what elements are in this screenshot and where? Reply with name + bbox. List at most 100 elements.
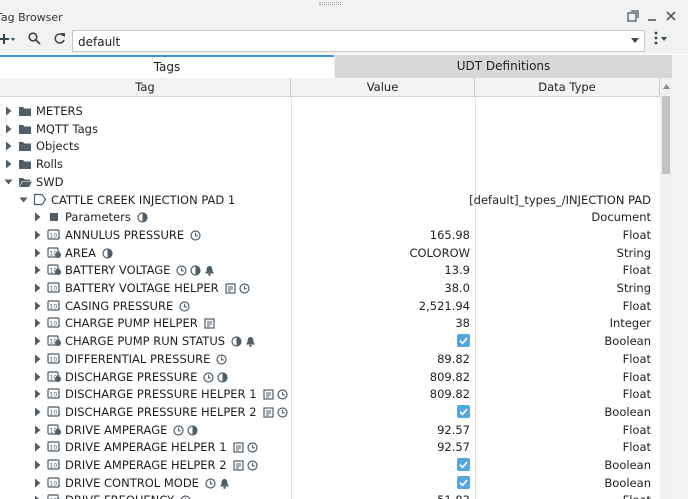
tag-tree-row[interactable]: Rolls (0, 155, 660, 173)
tag-tree-row[interactable]: 101 BATTERY VOLTAGE 13.9 Float (0, 261, 660, 279)
tag-tree-row[interactable]: 101 CASING PRESSURE 2,521.94 Float (0, 297, 660, 315)
expand-arrow-icon[interactable] (33, 212, 42, 222)
close-icon[interactable] (662, 9, 680, 27)
expand-arrow-icon[interactable] (33, 442, 42, 452)
tag-tree-row[interactable]: Parameters Document (0, 208, 660, 226)
tag-tree-row[interactable]: 101 ANNULUS PRESSURE 165.98 Float (0, 226, 660, 244)
tag-tree-row[interactable]: 101 AREA COLOROW String (0, 244, 660, 262)
tag-badges (213, 354, 228, 368)
tag-tree-row[interactable]: 101 BATTERY VOLTAGE HELPER 38.0 String (0, 279, 660, 297)
tag-tree-row[interactable]: 101 DRIVE AMPERAGE HELPER 2 Boolean (0, 456, 660, 474)
tag-name: CHARGE PUMP RUN STATUS (65, 334, 256, 350)
tag-tree-row[interactable]: 101 DISCHARGE PRESSURE HELPER 1 809.82 Floa… (0, 385, 660, 403)
tag-badges (228, 336, 256, 350)
search-icon[interactable] (23, 31, 45, 53)
tag-tree-row[interactable]: 101 DIFFERENTIAL PRESSURE 89.82 Float (0, 350, 660, 368)
tag-tree-row[interactable]: SWD (0, 173, 660, 191)
right-gutter (673, 78, 688, 499)
column-header-data-type[interactable]: Data Type (475, 78, 660, 97)
tag-name-text: DISCHARGE PRESSURE HELPER 1 (65, 387, 257, 402)
boolean-value-checkbox[interactable] (457, 475, 470, 489)
minimize-icon[interactable] (643, 9, 661, 27)
expand-arrow-icon[interactable] (33, 230, 42, 240)
collapse-arrow-icon[interactable] (19, 195, 28, 205)
history-icon (216, 354, 228, 365)
expand-arrow-icon[interactable] (33, 354, 42, 364)
expand-arrow-icon[interactable] (33, 478, 42, 488)
tab-tags[interactable]: Tags (0, 55, 334, 78)
panel-drag-handle[interactable] (0, 0, 688, 8)
column-header-tag[interactable]: Tag (0, 78, 291, 97)
expand-arrow-icon[interactable] (4, 124, 13, 134)
folder-icon (19, 107, 31, 116)
add-icon[interactable] (0, 31, 18, 53)
vertical-scrollbar[interactable] (660, 78, 673, 499)
tag-tree-row[interactable]: 101 DRIVE AMPERAGE 92.57 Float (0, 421, 660, 439)
history-icon (246, 460, 258, 471)
expand-arrow-icon[interactable] (33, 265, 42, 275)
tag-name-text: CASING PRESSURE (65, 298, 174, 313)
expand-arrow-icon[interactable] (4, 159, 13, 169)
boolean-value-checkbox[interactable] (457, 404, 470, 418)
tag-data-type: Boolean (604, 404, 651, 419)
tag-tree-row[interactable]: Objects (0, 137, 660, 155)
collapse-arrow-icon[interactable] (4, 177, 13, 187)
tag-name-text: CHARGE PUMP RUN STATUS (65, 334, 226, 349)
tag-provider-select[interactable]: default (72, 30, 645, 52)
tag-badges (260, 407, 288, 421)
tag-tree-row[interactable]: 101 CHARGE PUMP HELPER 38 Integer (0, 314, 660, 332)
refresh-icon[interactable] (48, 31, 70, 53)
expand-arrow-icon[interactable] (33, 301, 42, 311)
tag-tree-row[interactable]: 101 DRIVE CONTROL MODE Boolean (0, 474, 660, 492)
expand-arrow-icon[interactable] (33, 372, 42, 382)
tag-value: 809.82 (429, 387, 470, 402)
scroll-up-icon[interactable] (662, 82, 671, 90)
tag-data-type: Float (622, 351, 651, 366)
tag-tree-row[interactable]: METERS (0, 102, 660, 120)
tag-value: 165.98 (429, 227, 470, 242)
expand-arrow-icon[interactable] (33, 425, 42, 435)
expand-arrow-icon[interactable] (33, 283, 42, 293)
tag-badges (134, 212, 148, 226)
svg-text:101: 101 (50, 232, 62, 239)
tag-name-text: DRIVE AMPERAGE HELPER 2 (65, 458, 227, 472)
tab-udt-definitions[interactable]: UDT Definitions (335, 55, 672, 78)
float-window-icon[interactable] (624, 9, 642, 27)
boolean-value-checkbox[interactable] (457, 458, 470, 471)
expand-arrow-icon[interactable] (33, 248, 42, 258)
folder-icon (19, 142, 31, 152)
expand-arrow-icon[interactable] (33, 389, 42, 399)
tag-name: DRIVE AMPERAGE HELPER 2 (65, 458, 258, 474)
tag-name: Objects (36, 139, 79, 153)
more-icon[interactable] (650, 31, 672, 53)
expand-arrow-icon[interactable] (33, 495, 42, 499)
document-icon (262, 389, 274, 400)
tag-tree-table[interactable]: METERS MQTT Tags Objects Rolls SWD CATTLE CRE… (0, 97, 660, 499)
tag-with-status-icon: 101 (47, 246, 61, 258)
tag-icon: 101 (47, 459, 61, 470)
tag-name: CASING PRESSURE (65, 299, 190, 315)
tag-badges (99, 247, 113, 262)
tag-tree-row[interactable]: CATTLE CREEK INJECTION PAD 1 [default]_ty… (0, 191, 660, 209)
tag-tree-row[interactable]: 101 CHARGE PUMP RUN STATUS Boolean (0, 332, 660, 350)
scrollbar-thumb[interactable] (662, 96, 670, 174)
tag-icon: 101 (47, 317, 61, 328)
expand-arrow-icon[interactable] (33, 407, 42, 417)
expand-arrow-icon[interactable] (4, 106, 13, 116)
expand-arrow-icon[interactable] (33, 460, 42, 470)
tag-tree-row[interactable]: MQTT Tags (0, 120, 660, 138)
expand-arrow-icon[interactable] (33, 336, 42, 346)
tag-data-type: Float (622, 263, 651, 278)
tag-tree-row[interactable]: 101 DISCHARGE PRESSURE 809.82 Float (0, 368, 660, 386)
tag-name-text: DISCHARGE PRESSURE (65, 369, 198, 384)
udt-instance-icon (33, 193, 47, 205)
tag-name: CHARGE PUMP HELPER (65, 316, 215, 332)
boolean-value-checkbox[interactable] (457, 334, 470, 348)
column-header-value[interactable]: Value (291, 78, 475, 97)
tag-tree-row[interactable]: 101 DRIVE FREQUENCY 51.83 Float (0, 491, 660, 499)
tag-tree-row[interactable]: 101 DISCHARGE PRESSURE HELPER 2 Boolean (0, 403, 660, 421)
tag-tree-row[interactable]: 101 DRIVE AMPERAGE HELPER 1 92.57 Float (0, 438, 660, 456)
expand-arrow-icon[interactable] (33, 318, 42, 328)
scripting-icon (217, 371, 228, 383)
expand-arrow-icon[interactable] (4, 141, 13, 151)
